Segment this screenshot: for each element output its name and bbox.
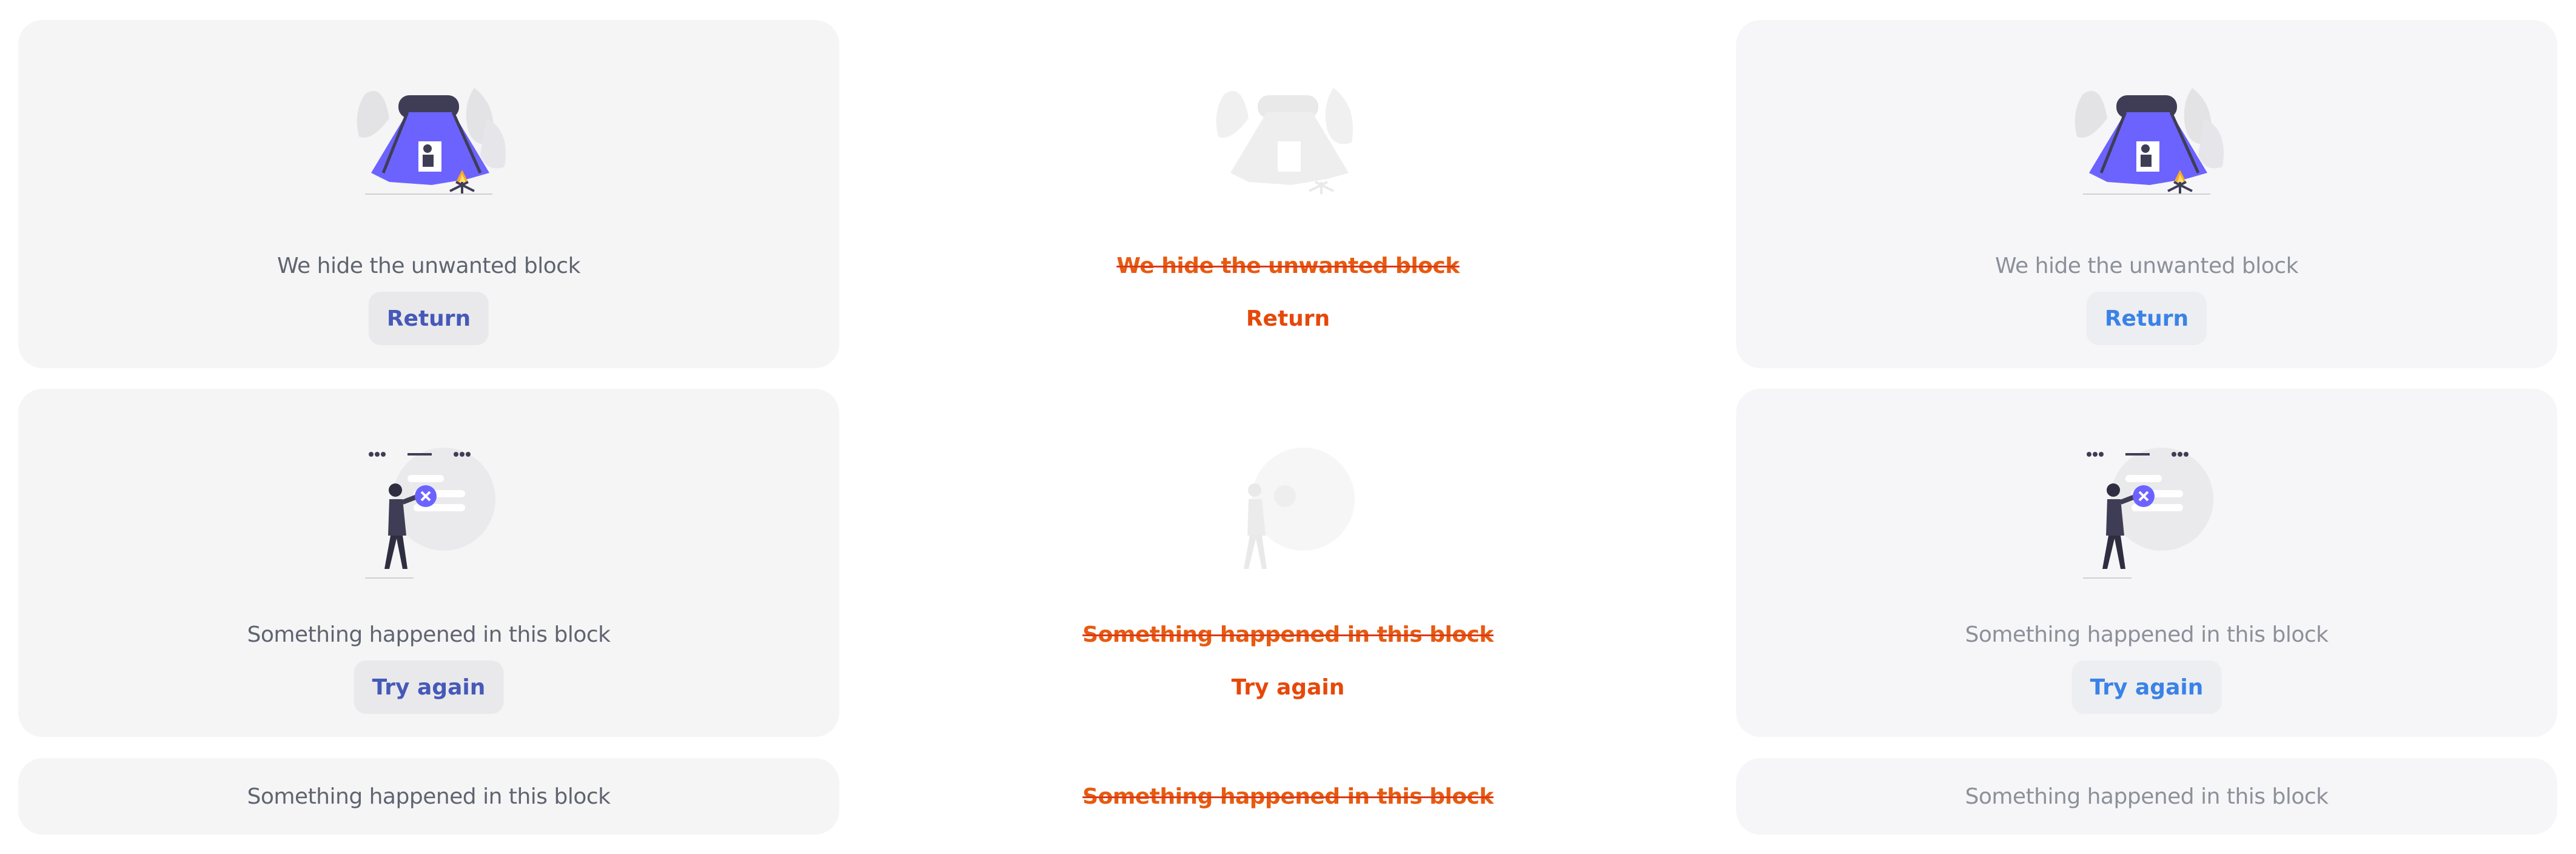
- camping-tent-illustration: [2065, 70, 2229, 221]
- error-block-card: Something happened in this block Try aga…: [1736, 389, 2557, 737]
- compact-error-message: Something happened in this block: [247, 784, 611, 809]
- compact-error-card: Something happened in this block: [877, 758, 1699, 835]
- return-button[interactable]: Return: [368, 292, 489, 345]
- hidden-block-card: We hide the unwanted block Return: [877, 20, 1699, 368]
- variant-column-default: We hide the unwanted block Return Someth…: [18, 0, 839, 854]
- hidden-block-message: We hide the unwanted block: [1995, 254, 2298, 278]
- hidden-block-message: We hide the unwanted block: [277, 254, 580, 278]
- compact-error-card: Something happened in this block: [1736, 758, 2557, 835]
- person-holding-error-illustration: [347, 439, 511, 590]
- hidden-block-message: We hide the unwanted block: [1116, 254, 1460, 278]
- try-again-button[interactable]: Try again: [1213, 661, 1363, 714]
- error-block-card: Something happened in this block Try aga…: [18, 389, 839, 737]
- error-block-message: Something happened in this block: [1965, 622, 2329, 647]
- return-button[interactable]: Return: [1228, 292, 1348, 345]
- hidden-block-card: We hide the unwanted block Return: [1736, 20, 2557, 368]
- person-holding-error-illustration: [1206, 439, 1370, 590]
- return-button[interactable]: Return: [2086, 292, 2207, 345]
- compact-error-message: Something happened in this block: [1965, 784, 2329, 809]
- try-again-button[interactable]: Try again: [354, 661, 504, 714]
- try-again-button[interactable]: Try again: [2071, 661, 2222, 714]
- variant-column-highlighted: We hide the unwanted block Return Someth…: [877, 0, 1699, 854]
- camping-tent-illustration: [1206, 70, 1370, 221]
- person-holding-error-illustration: [2065, 439, 2229, 590]
- error-block-card: Something happened in this block Try aga…: [877, 389, 1699, 737]
- error-block-message: Something happened in this block: [247, 622, 611, 647]
- error-block-message: Something happened in this block: [1082, 622, 1494, 647]
- camping-tent-illustration: [347, 70, 511, 221]
- compact-error-card: Something happened in this block: [18, 758, 839, 835]
- compact-error-message: Something happened in this block: [1082, 784, 1494, 809]
- variant-column-light: We hide the unwanted block Return Someth…: [1736, 0, 2557, 854]
- hidden-block-card: We hide the unwanted block Return: [18, 20, 839, 368]
